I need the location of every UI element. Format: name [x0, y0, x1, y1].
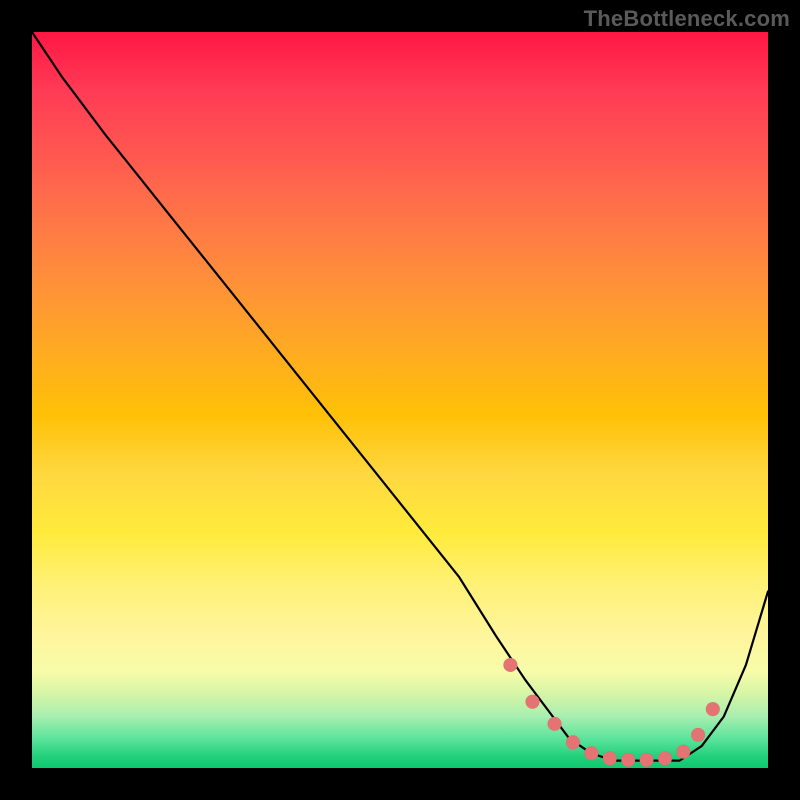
marker-dot — [584, 746, 598, 760]
marker-dot — [676, 745, 690, 759]
marker-dot — [566, 735, 580, 749]
plot-area — [32, 32, 768, 768]
marker-dot — [621, 753, 635, 767]
marker-dot — [603, 751, 617, 765]
marker-dot — [525, 695, 539, 709]
marker-dot — [548, 717, 562, 731]
marker-group — [503, 658, 719, 767]
bottleneck-curve — [32, 32, 768, 761]
attribution-text: TheBottleneck.com — [584, 6, 790, 32]
marker-dot — [691, 728, 705, 742]
marker-dot — [503, 658, 517, 672]
chart-overlay — [32, 32, 768, 768]
chart-stage: TheBottleneck.com — [0, 0, 800, 800]
marker-dot — [658, 751, 672, 765]
marker-dot — [706, 702, 720, 716]
marker-dot — [640, 753, 654, 767]
